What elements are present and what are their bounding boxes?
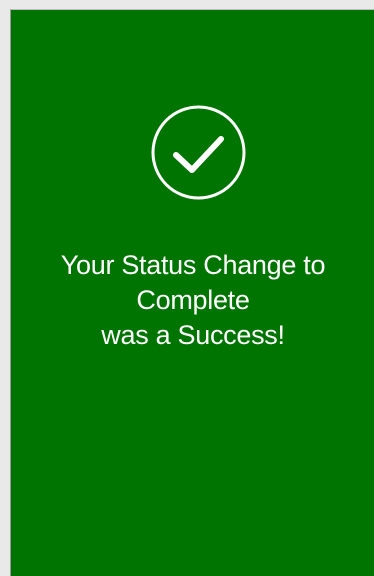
success-message-line-2: Complete	[136, 285, 250, 315]
success-message-line-3: was a Success!	[101, 320, 285, 350]
check-circle-icon	[151, 105, 246, 200]
success-panel: Your Status Change to Complete was a Suc…	[10, 9, 374, 576]
success-message-line-1: Your Status Change to	[60, 250, 326, 280]
screen-frame: Your Status Change to Complete was a Suc…	[0, 0, 374, 576]
success-message: Your Status Change to Complete was a Suc…	[11, 248, 374, 353]
